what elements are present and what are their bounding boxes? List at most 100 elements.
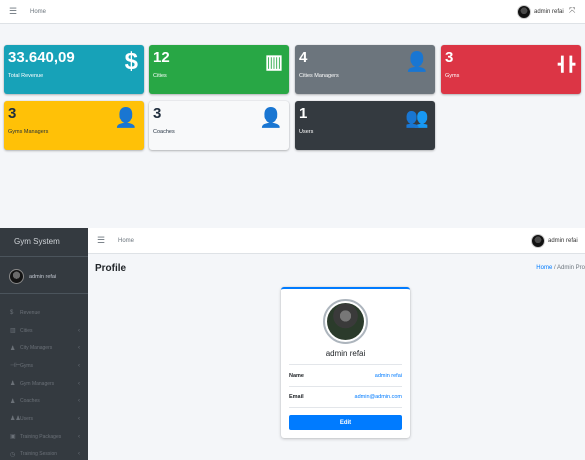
sidebar-item-label: Training Session <box>20 451 58 458</box>
profile-screen: Gym System admin refai $ Revenue ▥ Citie… <box>0 228 585 460</box>
info-box-gyms-managers[interactable]: 3 Gyms Managers 👤 <box>4 101 144 150</box>
user-icon: 👤 <box>114 108 138 129</box>
home-link[interactable]: Home <box>30 9 46 15</box>
chevron-left-icon: ‹ <box>78 345 80 352</box>
box-label: Total Revenue <box>8 73 44 79</box>
sidebar-item-label: Gym Managers <box>20 380 55 387</box>
dumbbell-icon: ┫┣ <box>558 56 575 72</box>
sidebar-user-panel[interactable]: admin refai <box>0 264 88 294</box>
dollar-icon: $ <box>124 48 138 75</box>
box-label: Gyms <box>445 73 460 79</box>
box-value: 1 <box>299 105 308 122</box>
dollar-icon: $ <box>10 309 14 316</box>
city-icon: ▥ <box>10 328 16 335</box>
box-value: 33.640,09 <box>8 49 75 66</box>
avatar <box>517 5 531 19</box>
user-menu[interactable]: admin refai <box>531 234 578 248</box>
row-label: Name <box>289 372 304 379</box>
user-ninja-icon: 👤 <box>259 108 283 129</box>
calendar-icon: ◷ <box>10 451 16 458</box>
sidebar-item-training-packages[interactable]: ▣ Training Packages ‹ <box>0 428 88 446</box>
brand-name: Gym System <box>14 237 60 246</box>
breadcrumb-separator: / <box>553 265 556 271</box>
edit-button[interactable]: Edit <box>289 415 402 430</box>
users-icon: 👥 <box>405 108 429 129</box>
avatar <box>531 234 545 248</box>
info-box-gyms[interactable]: 3 Gyms ┫┣ <box>441 45 581 94</box>
sidebar: Gym System admin refai $ Revenue ▥ Citie… <box>0 228 88 460</box>
box-value: 12 <box>153 49 170 66</box>
user-menu[interactable]: admin refai <box>517 5 564 19</box>
box-label: Cities <box>153 73 167 79</box>
box-label: Cities Managers <box>299 73 339 79</box>
user-tie-icon: ♟ <box>10 345 16 352</box>
sidebar-item-training-session[interactable]: ◷ Training Session ‹ <box>0 446 88 460</box>
profile-avatar <box>323 299 368 344</box>
home-link[interactable]: Home <box>118 238 134 244</box>
box-label: Gyms Managers <box>8 129 49 135</box>
user-tie-icon: 👤 <box>405 52 429 73</box>
name-value-link[interactable]: admin refai <box>375 373 402 379</box>
sidebar-item-label: City Managers <box>20 345 53 352</box>
dashboard-screen: ☰ Home admin refai ⤧ 33.640,09 Total Rev… <box>0 0 585 228</box>
sidebar-item-gyms[interactable]: ⊣⊢ Gyms ‹ <box>0 357 88 375</box>
page-title: Profile <box>95 263 127 274</box>
city-icon: ▥ <box>265 52 283 73</box>
breadcrumb: Home / Admin Pro <box>536 265 585 271</box>
row-label: Email <box>289 394 304 400</box>
users-icon: ♟♟ <box>10 416 21 423</box>
info-box-cities[interactable]: 12 Cities ▥ <box>149 45 289 94</box>
chevron-left-icon: ‹ <box>78 380 80 387</box>
sidebar-item-label: Coaches <box>20 398 40 405</box>
box-value: 3 <box>445 49 454 66</box>
chevron-left-icon: ‹ <box>78 362 80 369</box>
info-box-users[interactable]: 1 Users 👥 <box>295 101 435 150</box>
user-name: admin refai <box>534 9 564 15</box>
user-name: admin refai <box>548 238 578 244</box>
box-value: 4 <box>299 49 308 66</box>
menu-icon[interactable]: ☰ <box>97 235 105 246</box>
chevron-left-icon: ‹ <box>78 415 80 422</box>
sidebar-item-gym-managers[interactable]: ♟ Gym Managers ‹ <box>0 375 88 393</box>
box-icon: ▣ <box>10 434 16 441</box>
sidebar-item-cities[interactable]: ▥ Cities ‹ <box>0 322 88 340</box>
sidebar-nav: $ Revenue ▥ Cities ‹ ♟ City Managers ‹ ⊣… <box>0 304 88 460</box>
box-value: 3 <box>153 105 162 122</box>
sidebar-item-label: Cities <box>20 327 33 334</box>
breadcrumb-current: Admin Pro <box>556 265 585 271</box>
sidebar-item-label: Users <box>20 415 34 422</box>
chevron-left-icon: ‹ <box>78 451 80 458</box>
chevron-left-icon: ‹ <box>78 398 80 405</box>
sidebar-item-revenue[interactable]: $ Revenue <box>0 304 88 322</box>
info-box-total-revenue[interactable]: 33.640,09 Total Revenue $ <box>4 45 144 94</box>
chevron-left-icon: ‹ <box>78 433 80 440</box>
brand[interactable]: Gym System <box>0 228 88 257</box>
box-label: Users <box>299 129 314 135</box>
dashboard-topbar: ☰ Home admin refai ⤧ <box>0 0 585 24</box>
chevron-left-icon: ‹ <box>78 327 80 334</box>
sidebar-item-city-managers[interactable]: ♟ City Managers ‹ <box>0 339 88 357</box>
profile-topbar: ☰ Home admin refai <box>88 228 585 254</box>
sidebar-item-users[interactable]: ♟♟ Users ‹ <box>0 410 88 428</box>
box-value: 3 <box>8 105 17 122</box>
avatar-image <box>327 303 364 340</box>
sidebar-user-name: admin refai <box>29 274 57 280</box>
dumbbell-icon: ⊣⊢ <box>10 363 21 370</box>
profile-row-email: Email admin@admin.com <box>289 386 402 408</box>
breadcrumb-home-link[interactable]: Home <box>536 265 552 271</box>
sidebar-item-label: Gyms <box>20 362 34 369</box>
menu-icon[interactable]: ☰ <box>9 6 17 17</box>
sidebar-item-label: Training Packages <box>20 433 62 440</box>
profile-row-name: Name admin refai <box>289 364 402 386</box>
sidebar-item-coaches[interactable]: ♟ Coaches ‹ <box>0 392 88 410</box>
email-value-link[interactable]: admin@admin.com <box>355 394 402 400</box>
fullscreen-icon[interactable]: ⤧ <box>569 6 575 16</box>
info-box-cities-managers[interactable]: 4 Cities Managers 👤 <box>295 45 435 94</box>
box-label: Coaches <box>153 129 175 135</box>
sidebar-item-label: Revenue <box>20 309 41 316</box>
profile-card: admin refai Name admin refai Email admin… <box>281 287 410 438</box>
user-ninja-icon: ♟ <box>10 398 16 405</box>
info-box-coaches[interactable]: 3 Coaches 👤 <box>149 101 289 150</box>
avatar <box>9 269 24 284</box>
user-icon: ♟ <box>10 381 16 388</box>
